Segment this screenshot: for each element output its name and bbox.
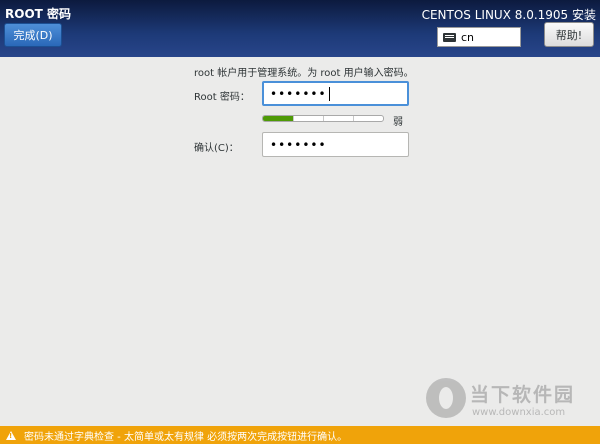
- product-title: CENTOS LINUX 8.0.1905 安装: [421, 8, 596, 22]
- help-button[interactable]: 帮助!: [544, 22, 594, 47]
- keyboard-layout-indicator[interactable]: cn: [437, 27, 521, 47]
- header-bar: ROOT 密码 完成(D) CENTOS LINUX 8.0.1905 安装 c…: [0, 0, 600, 57]
- password-strength-label: 弱: [393, 117, 403, 128]
- warning-text: 密码未通过字典检查 - 太简单或太有规律 必须按两次完成按钮进行确认。: [24, 431, 348, 443]
- confirm-password-input[interactable]: •••••••: [262, 132, 409, 157]
- done-button[interactable]: 完成(D): [4, 23, 62, 47]
- warning-bar[interactable]: 密码未通过字典检查 - 太简单或太有规律 必须按两次完成按钮进行确认。: [0, 426, 600, 444]
- root-password-value: •••••••: [270, 86, 327, 101]
- root-password-input[interactable]: •••••••: [262, 81, 409, 106]
- confirm-password-label: 确认(C)：: [194, 143, 239, 154]
- page-title: ROOT 密码: [5, 7, 72, 21]
- watermark-url: www.downxia.com: [472, 407, 566, 418]
- keyboard-layout-label: cn: [461, 30, 475, 44]
- strength-tick: [353, 116, 354, 121]
- text-caret: [328, 86, 330, 101]
- watermark-logo-icon: [426, 378, 466, 418]
- warning-icon: [6, 430, 16, 440]
- watermark-name: 当下软件园: [470, 384, 576, 406]
- watermark: 当下软件园 www.downxia.com: [426, 378, 596, 426]
- strength-tick: [323, 116, 324, 121]
- strength-tick: [293, 116, 294, 121]
- root-password-label: Root 密码：: [194, 92, 250, 103]
- confirm-password-value: •••••••: [270, 137, 327, 152]
- keyboard-icon: [443, 32, 456, 42]
- password-strength-bar: [262, 115, 384, 122]
- password-strength-fill: [263, 116, 293, 121]
- description-text: root 帐户用于管理系统。为 root 用户输入密码。: [194, 68, 414, 79]
